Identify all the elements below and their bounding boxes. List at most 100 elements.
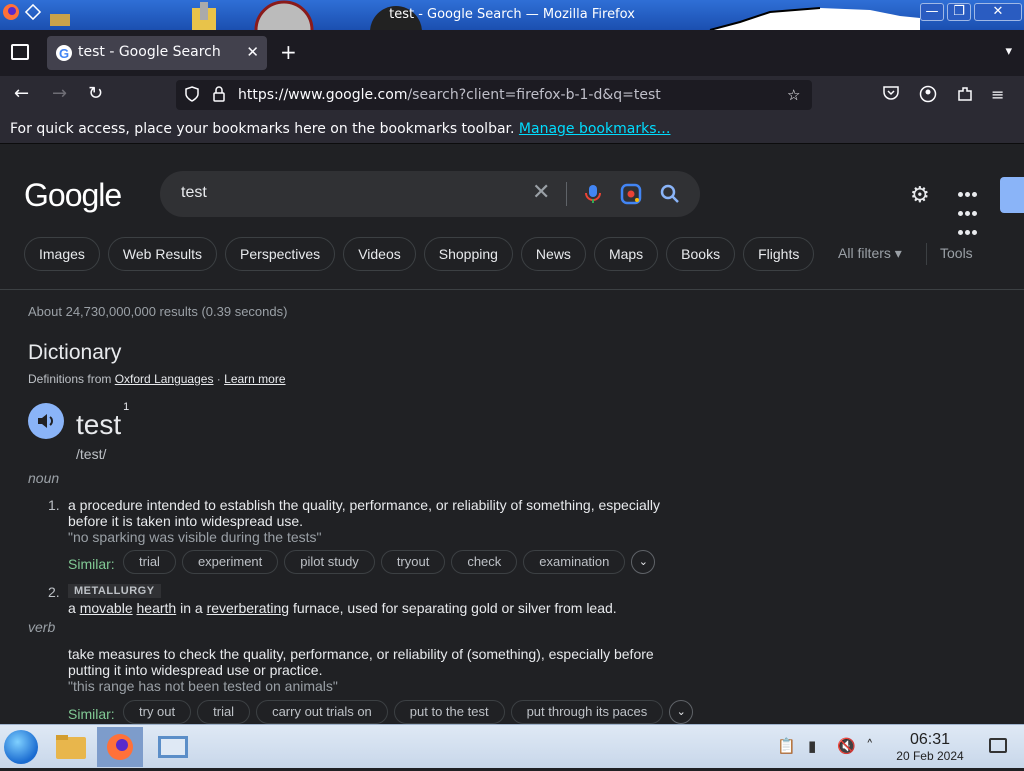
part-of-speech-noun: noun bbox=[28, 470, 60, 486]
list-all-tabs-icon[interactable]: ▾ bbox=[1005, 44, 1012, 59]
search-divider bbox=[566, 182, 567, 206]
part-of-speech-verb: verb bbox=[28, 619, 56, 635]
chip-flights[interactable]: Flights bbox=[743, 237, 815, 271]
similar-chip[interactable]: put through its paces bbox=[510, 700, 664, 724]
similar-label: Similar: bbox=[68, 706, 115, 722]
similar-chip[interactable]: examination bbox=[523, 550, 626, 574]
oxford-languages-link[interactable]: Oxford Languages bbox=[115, 372, 214, 386]
url-text[interactable]: https://www.google.com/search?client=fir… bbox=[238, 87, 661, 103]
url-bar[interactable]: https://www.google.com/search?client=fir… bbox=[176, 80, 812, 110]
google-lens-icon[interactable] bbox=[620, 183, 642, 205]
tab-google-search[interactable]: G test - Google Search ✕ bbox=[47, 36, 267, 70]
control-panel-icon[interactable] bbox=[150, 727, 196, 767]
account-icon[interactable] bbox=[919, 85, 937, 107]
clock-date: 20 Feb 2024 bbox=[896, 749, 964, 763]
firefox-view-icon[interactable] bbox=[11, 44, 29, 60]
similar-chip[interactable]: pilot study bbox=[284, 550, 375, 574]
chip-images[interactable]: Images bbox=[24, 237, 100, 271]
extensions-icon[interactable] bbox=[956, 85, 974, 107]
bookmarks-hint: For quick access, place your bookmarks h… bbox=[10, 121, 515, 137]
clear-search-icon[interactable]: ✕ bbox=[532, 180, 550, 205]
similar-chip[interactable]: trial bbox=[123, 550, 176, 574]
definition-text: a movable hearth in a reverberating furn… bbox=[68, 600, 617, 616]
word-link-hearth[interactable]: hearth bbox=[137, 600, 177, 616]
firefox-taskbar-icon[interactable] bbox=[97, 727, 143, 767]
minimize-button[interactable]: — bbox=[920, 3, 944, 21]
result-stats: About 24,730,000,000 results (0.39 secon… bbox=[28, 304, 288, 319]
word-link-movable[interactable]: movable bbox=[80, 600, 133, 616]
google-apps-icon[interactable] bbox=[957, 183, 978, 240]
similar-chip[interactable]: carry out trials on bbox=[256, 700, 388, 724]
definition-text: take measures to check the quality, perf… bbox=[68, 646, 654, 678]
google-favicon-icon: G bbox=[56, 45, 72, 61]
settings-gear-icon[interactable]: ⚙ bbox=[910, 183, 930, 208]
chip-shopping[interactable]: Shopping bbox=[423, 237, 513, 271]
bookmark-star-icon[interactable]: ☆ bbox=[787, 86, 800, 104]
subject-badge: METALLURGY bbox=[68, 584, 161, 598]
similar-chip[interactable]: check bbox=[451, 550, 518, 574]
search-box[interactable]: test ✕ bbox=[160, 171, 700, 217]
similar-chip[interactable]: experiment bbox=[181, 550, 279, 574]
sign-in-button[interactable] bbox=[1000, 177, 1024, 213]
pocket-icon[interactable] bbox=[882, 85, 900, 105]
similar-chip[interactable]: try out bbox=[123, 700, 192, 724]
menu-hamburger-icon[interactable]: ≡ bbox=[991, 85, 1004, 104]
google-results-page: Google test ✕ ⚙ Images Web Results Persp… bbox=[0, 145, 1024, 724]
forward-arrow-icon[interactable]: → bbox=[52, 84, 67, 104]
window-titlebar: test - Google Search — Mozilla Firefox —… bbox=[0, 0, 1024, 30]
chip-books[interactable]: Books bbox=[666, 237, 736, 271]
battery-icon[interactable]: ▮ bbox=[808, 737, 816, 755]
word-superscript: 1 bbox=[123, 400, 130, 413]
chip-web-results[interactable]: Web Results bbox=[107, 237, 218, 271]
definition-number: 2. bbox=[48, 584, 60, 600]
window-title: test - Google Search — Mozilla Firefox bbox=[389, 7, 635, 22]
similar-words: trial experiment pilot study tryout chec… bbox=[123, 550, 656, 574]
maximize-button[interactable]: ❐ bbox=[947, 3, 971, 21]
microphone-icon[interactable] bbox=[582, 183, 604, 205]
dictionary-heading: Dictionary bbox=[28, 341, 122, 364]
definition-example: "no sparking was visible during the test… bbox=[68, 529, 322, 545]
all-filters-dropdown[interactable]: All filters ▾ bbox=[838, 245, 902, 262]
show-desktop-icon[interactable] bbox=[989, 738, 1007, 753]
tray-expand-icon[interactable]: ˄ bbox=[866, 737, 874, 755]
clock[interactable]: 06:31 20 Feb 2024 bbox=[890, 731, 970, 763]
close-window-button[interactable]: ✕ bbox=[974, 3, 1022, 21]
google-logo[interactable]: Google bbox=[24, 177, 122, 214]
phonetic: /test/ bbox=[76, 446, 107, 462]
close-tab-icon[interactable]: ✕ bbox=[246, 43, 259, 61]
search-input[interactable]: test bbox=[181, 184, 207, 202]
shield-icon[interactable] bbox=[185, 86, 199, 106]
pronunciation-speaker-button[interactable] bbox=[28, 403, 64, 439]
word-link-reverberating[interactable]: reverberating bbox=[207, 600, 290, 616]
learn-more-link[interactable]: Learn more bbox=[224, 372, 285, 386]
svg-text:G: G bbox=[59, 46, 69, 61]
new-tab-button[interactable]: + bbox=[280, 42, 297, 62]
lock-icon[interactable] bbox=[212, 86, 226, 106]
similar-chip[interactable]: trial bbox=[197, 700, 251, 724]
similar-chip[interactable]: tryout bbox=[380, 550, 446, 574]
chip-news[interactable]: News bbox=[520, 237, 586, 271]
definition-number: 1. bbox=[48, 497, 60, 513]
reload-icon[interactable]: ↻ bbox=[88, 84, 103, 104]
tools-divider bbox=[926, 243, 927, 265]
chip-videos[interactable]: Videos bbox=[343, 237, 416, 271]
manage-bookmarks-link[interactable]: Manage bookmarks… bbox=[519, 121, 671, 137]
tab-strip: G test - Google Search ✕ + ▾ bbox=[0, 30, 1024, 76]
clock-time: 06:31 bbox=[909, 731, 951, 748]
speaker-icon bbox=[38, 414, 53, 428]
search-icon[interactable] bbox=[659, 183, 681, 205]
tools-button[interactable]: Tools bbox=[940, 245, 973, 261]
volume-muted-icon[interactable]: 🔇 bbox=[837, 737, 856, 755]
back-arrow-icon[interactable]: ← bbox=[14, 84, 29, 104]
expand-similar-chevron-icon[interactable]: ⌄ bbox=[631, 550, 656, 574]
similar-chip[interactable]: put to the test bbox=[393, 700, 505, 724]
bookmarks-toolbar: For quick access, place your bookmarks h… bbox=[0, 114, 1024, 144]
tab-label: test - Google Search bbox=[78, 44, 221, 60]
file-manager-icon[interactable] bbox=[48, 727, 94, 767]
chip-perspectives[interactable]: Perspectives bbox=[225, 237, 336, 271]
clipboard-icon[interactable]: 📋 bbox=[777, 737, 796, 755]
expand-similar-chevron-icon[interactable]: ⌄ bbox=[669, 700, 694, 724]
start-menu-button[interactable] bbox=[4, 730, 38, 764]
similar-label: Similar: bbox=[68, 556, 115, 572]
chip-maps[interactable]: Maps bbox=[593, 237, 659, 271]
